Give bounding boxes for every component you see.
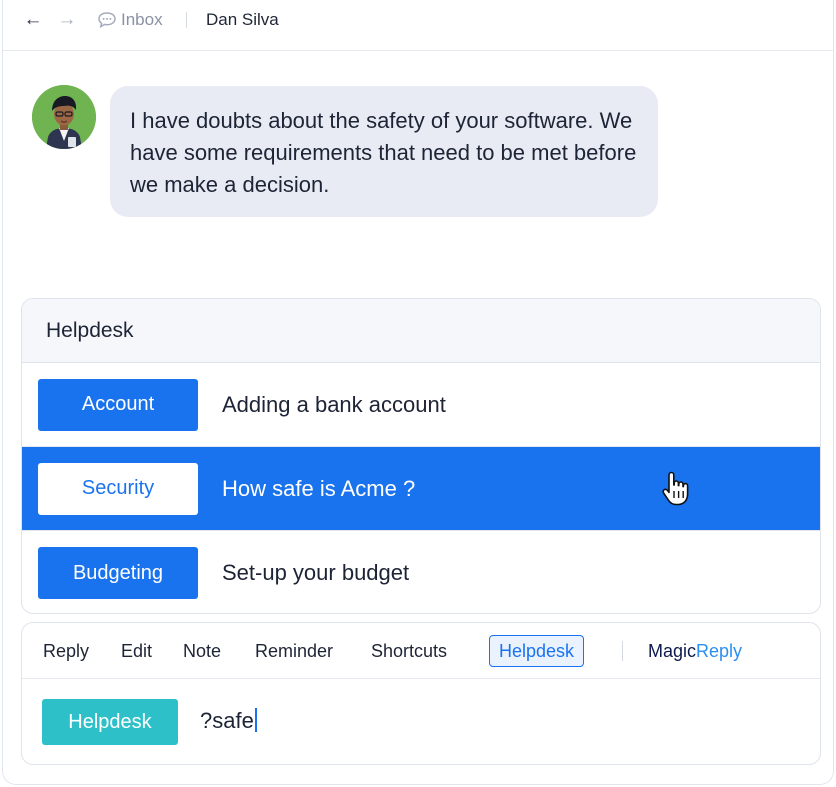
breadcrumb-contact-name: Dan Silva — [206, 10, 279, 29]
helpdesk-panel: Helpdesk Account Adding a bank account S… — [21, 298, 821, 614]
breadcrumb-inbox[interactable]: Inbox — [121, 10, 163, 30]
chat-bubble-icon — [98, 12, 116, 29]
magic-reply-label-part1: Magic — [648, 640, 697, 661]
search-query-text: ?safe — [200, 708, 254, 733]
helpdesk-article-row[interactable]: Account Adding a bank account — [22, 363, 820, 447]
tab-helpdesk[interactable]: Helpdesk — [489, 635, 585, 667]
article-category-tag: Security — [38, 462, 198, 515]
tab-edit[interactable]: Edit — [121, 623, 152, 679]
top-bar: ← → Inbox Dan Silva — [3, 0, 833, 51]
arrow-left-icon[interactable]: ← — [23, 10, 43, 30]
arrow-right-icon[interactable]: → — [57, 10, 77, 30]
magic-reply-label-part2: Reply — [696, 640, 743, 661]
composer-toolbar: Reply Edit Note Reminder Shortcuts Helpd… — [22, 623, 820, 679]
helpdesk-article-row[interactable]: Budgeting Set-up your budget — [22, 531, 820, 613]
search-query-input[interactable]: ?safe — [200, 708, 257, 734]
article-title: How safe is Acme ? — [222, 475, 416, 501]
conversation-window: ← → Inbox Dan Silva I have doubts about … — [2, 0, 834, 785]
article-title: Set-up your budget — [222, 560, 410, 585]
text-caret — [254, 708, 257, 732]
tab-note[interactable]: Note — [183, 623, 221, 679]
toolbar-divider — [622, 641, 623, 661]
tab-reminder[interactable]: Reminder — [255, 623, 333, 679]
reply-composer: Reply Edit Note Reminder Shortcuts Helpd… — [21, 622, 821, 765]
article-category-tag: Account — [38, 378, 198, 431]
avatar — [32, 85, 96, 149]
breadcrumb-divider — [186, 12, 187, 28]
helpdesk-panel-title: Helpdesk — [22, 299, 820, 363]
composer-input-row[interactable]: Helpdesk ?safe — [22, 679, 820, 765]
helpdesk-article-row-selected[interactable]: Security How safe is Acme ? — [22, 447, 820, 531]
tab-reply[interactable]: Reply — [43, 623, 89, 679]
message-bubble: I have doubts about the safety of your s… — [110, 86, 658, 217]
magic-reply-button[interactable]: Magic Reply — [648, 623, 742, 679]
article-title: Adding a bank account — [222, 391, 446, 417]
helpdesk-mode-chip: Helpdesk — [42, 699, 178, 745]
person-avatar-icon — [32, 85, 96, 149]
article-category-tag: Budgeting — [38, 547, 198, 599]
hand-pointer-cursor-icon — [662, 471, 689, 506]
tab-shortcuts[interactable]: Shortcuts — [371, 623, 447, 679]
